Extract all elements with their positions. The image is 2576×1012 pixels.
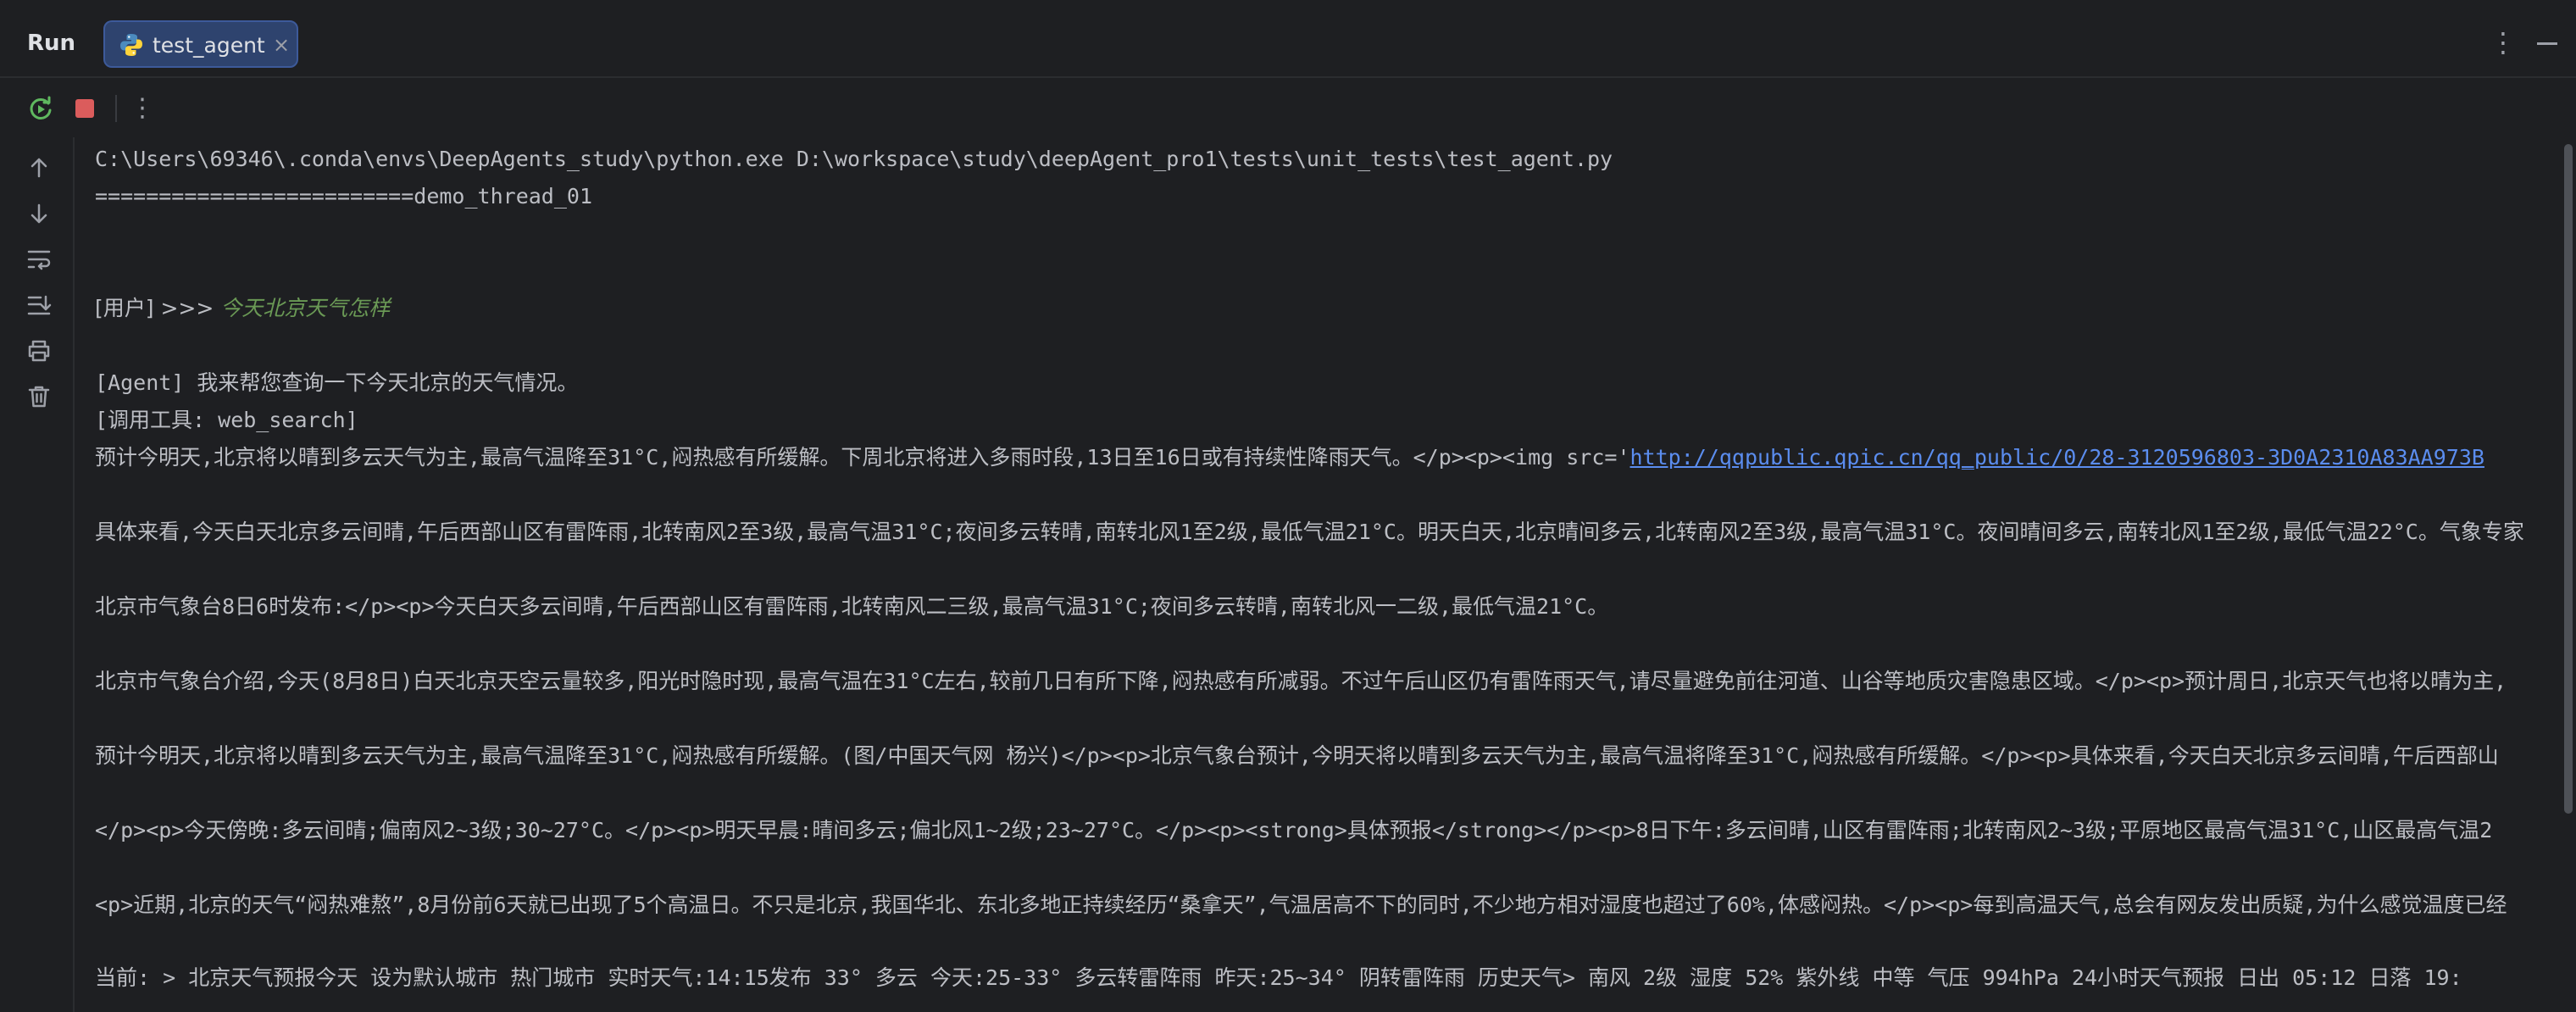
search-result-line: 预计今明天,北京将以晴到多云天气为主,最高气温降至31°C,闷热感有所缓解。下周… — [95, 439, 2484, 476]
console-line: 预计今明天,北京将以晴到多云天气为主,最高气温降至31°C,闷热感有所缓解。(图… — [95, 743, 2499, 768]
stop-button[interactable] — [68, 92, 102, 125]
scroll-to-end-button[interactable] — [22, 288, 56, 322]
user-prompt-prefix: [用户] >>> — [95, 296, 221, 320]
vertical-scrollbar[interactable] — [2564, 144, 2573, 814]
console-gutter — [0, 137, 75, 1012]
console-user-line: [用户] >>> 今天北京天气怎样 — [95, 290, 390, 327]
close-icon[interactable]: × — [269, 32, 293, 58]
arrow-up-icon — [31, 158, 47, 178]
result-link[interactable]: http://qqpublic.qpic.cn/qq_public/0/28-3… — [1630, 445, 2484, 470]
more-vertical-icon[interactable]: ⋮ — [125, 92, 159, 125]
run-header: Run test_agent × ⋮ — [0, 0, 2576, 78]
scroll-up-button[interactable] — [22, 151, 56, 185]
console-line: =========================demo_thread_01 — [95, 184, 592, 209]
toolbar-divider — [115, 95, 117, 122]
rerun-button[interactable] — [24, 92, 58, 125]
scroll-down-button[interactable] — [22, 197, 56, 231]
agent-line: [Agent] 我来帮您查询一下今天北京的天气情况。 — [95, 370, 579, 395]
soft-wrap-icon — [27, 250, 51, 270]
arrow-down-icon — [31, 203, 47, 224]
print-icon — [28, 340, 50, 362]
user-query: 今天北京天气怎样 — [220, 296, 391, 320]
console-line: </p><p>今天傍晚:多云间晴;偏南风2~3级;30~27°C。</p><p>… — [95, 818, 2493, 842]
tab-test-agent[interactable]: test_agent × — [103, 20, 298, 68]
run-title: Run — [27, 31, 76, 56]
rerun-icon — [30, 96, 52, 120]
tool-call-line: [调用工具: web_search] — [95, 408, 358, 432]
scroll-to-end-icon — [27, 295, 52, 315]
console-line: 北京市气象台介绍,今天(8月8日)白天北京天空云量较多,阳光时隐时现,最高气温在… — [95, 669, 2507, 693]
console-output[interactable]: C:\Users\69346\.conda\envs\DeepAgents_st… — [75, 137, 2576, 1012]
run-toolbar: ⋮ — [0, 80, 2576, 137]
trash-icon — [28, 386, 50, 408]
print-button[interactable] — [22, 334, 56, 368]
console-line: 具体来看,今天白天北京多云间晴,午后西部山区有雷阵雨,北转南风2至3级,最高气温… — [95, 520, 2524, 544]
python-icon — [120, 34, 142, 56]
console-line: <p>近期,北京的天气“闷热难熬”,8月份前6天就已出现了5个高温日。不只是北京… — [95, 892, 2507, 917]
minimize-icon[interactable] — [2532, 24, 2562, 61]
stop-icon — [75, 99, 94, 118]
console-line: 当前: > 北京天气预报今天 设为默认城市 热门城市 实时天气:14:15发布 … — [95, 965, 2462, 990]
console-line: 北京市气象台8日6时发布:</p><p>今天白天多云间晴,午后西部山区有雷阵雨,… — [95, 594, 1609, 619]
result-text: 预计今明天,北京将以晴到多云天气为主,最高气温降至31°C,闷热感有所缓解。下周… — [95, 445, 1630, 470]
console-line: C:\Users\69346\.conda\envs\DeepAgents_st… — [95, 147, 1613, 171]
tab-label: test_agent — [153, 33, 265, 58]
soft-wrap-button[interactable] — [22, 242, 56, 276]
run-tool-window: Run test_agent × ⋮ ⋮ C:\Users\69346\.con… — [0, 0, 2576, 1012]
more-vertical-icon[interactable]: ⋮ — [2490, 24, 2517, 61]
clear-all-button[interactable] — [22, 380, 56, 414]
